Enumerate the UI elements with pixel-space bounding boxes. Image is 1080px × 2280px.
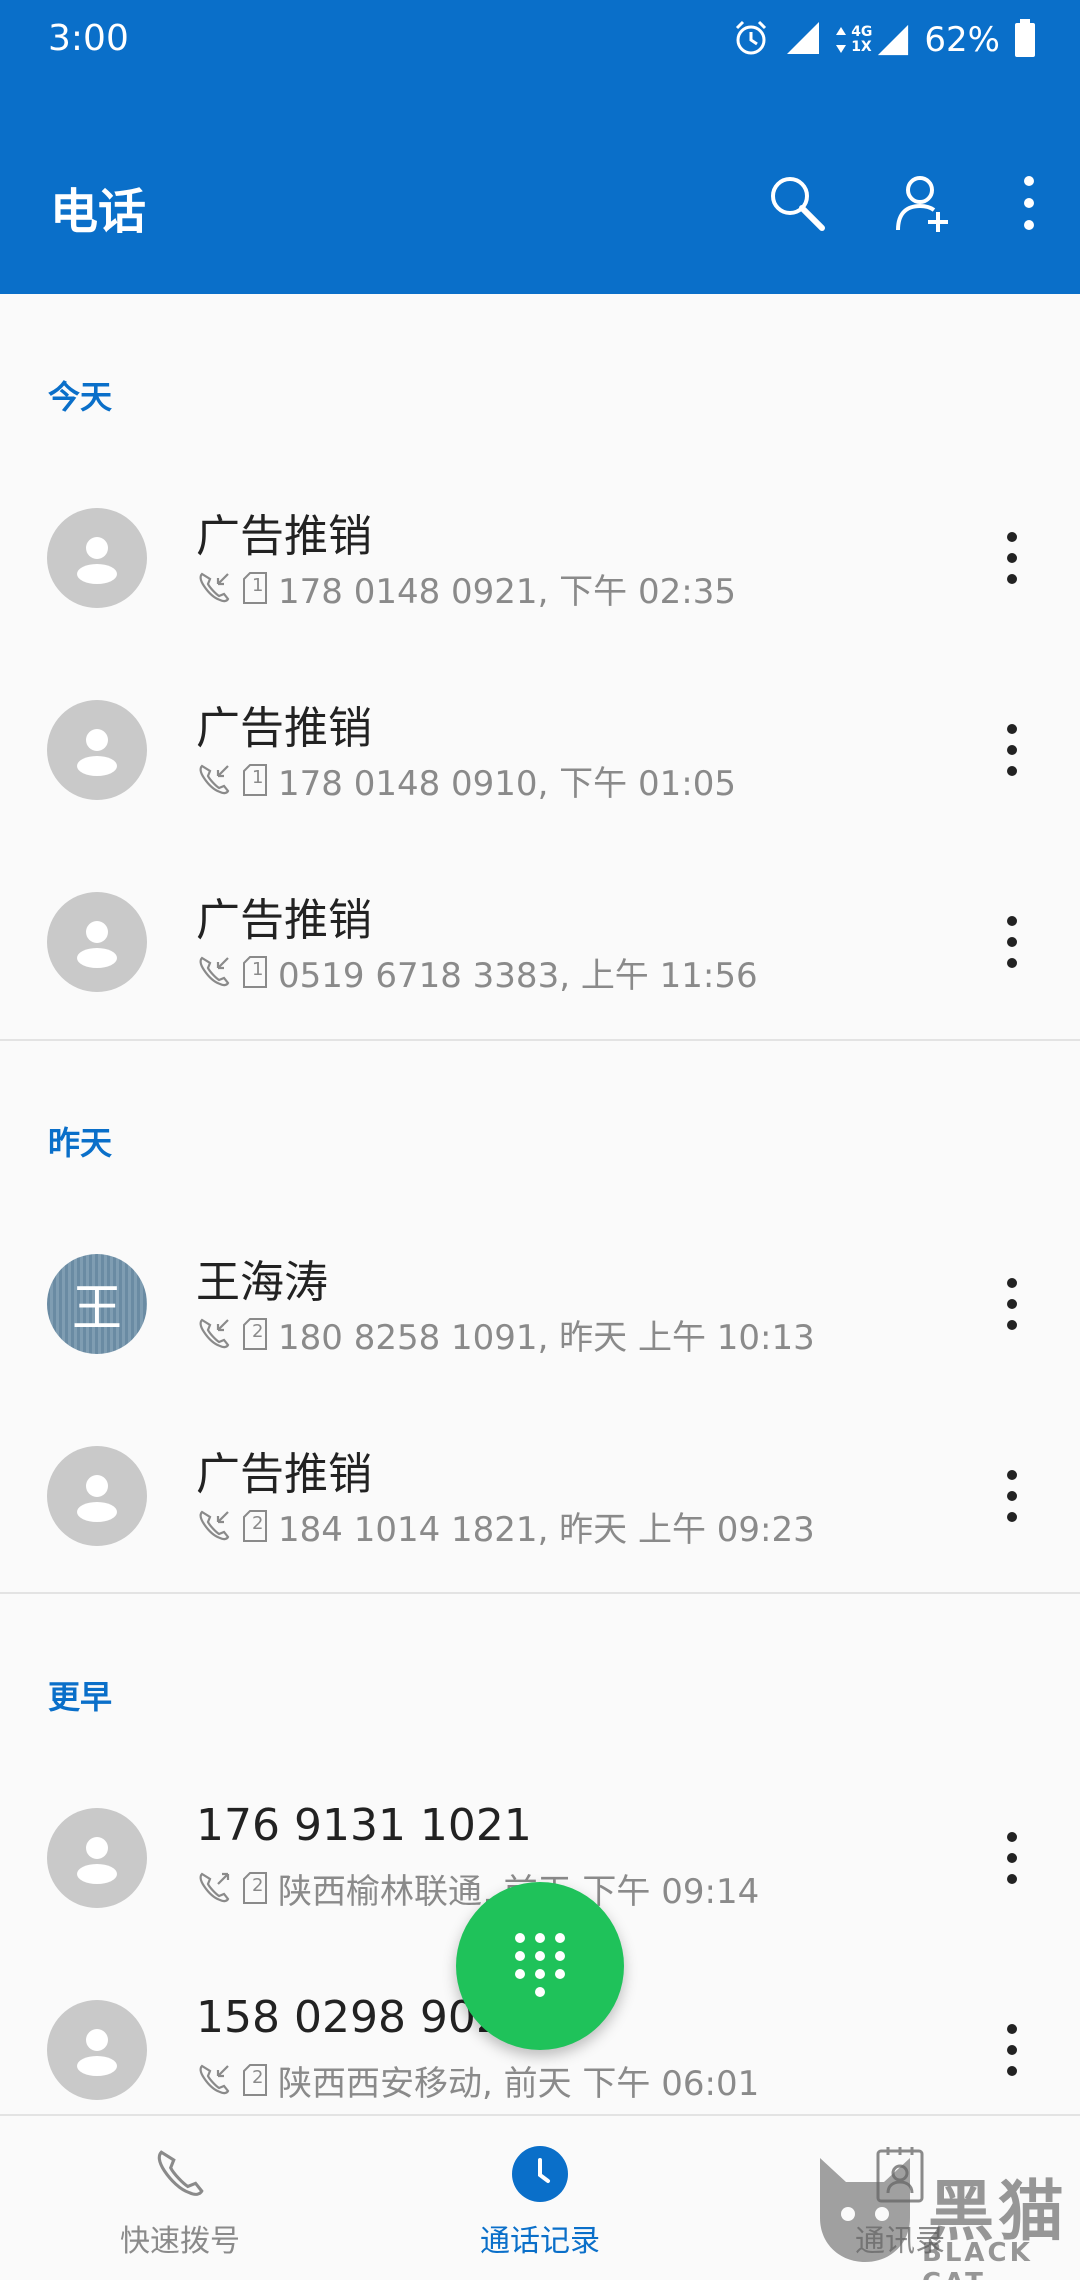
- call-log-row[interactable]: 广告推销 1 178 0148 0921, 下午 02:35: [0, 462, 1080, 654]
- incoming-call-icon: [199, 956, 230, 987]
- avatar: [47, 700, 147, 800]
- sim-number: 1: [252, 575, 264, 596]
- avatar: 王: [47, 1254, 147, 1354]
- contact-name: 广告推销: [196, 511, 372, 562]
- call-meta: 2 180 8258 1091, 昨天 上午 10:13: [196, 1314, 815, 1358]
- incoming-call-icon: [199, 2064, 230, 2095]
- call-detail: 178 0148 0921, 下午 02:35: [278, 571, 736, 612]
- more-options-icon[interactable]: [994, 168, 1064, 238]
- incoming-call-icon: [199, 1510, 230, 1541]
- outgoing-call-icon: [199, 1872, 230, 1903]
- cat-logo-icon: [820, 2158, 910, 2262]
- data-icon: 4G 1X: [835, 23, 910, 57]
- search-icon[interactable]: [762, 168, 832, 238]
- row-more-button[interactable]: [992, 1272, 1032, 1336]
- call-meta: 1 178 0148 0921, 下午 02:35: [196, 568, 736, 612]
- sim-number: 1: [252, 767, 264, 788]
- row-more-button[interactable]: [992, 1464, 1032, 1528]
- sim-number: 2: [252, 1875, 264, 1896]
- avatar: [47, 892, 147, 992]
- call-log-row[interactable]: 王 王海涛 2 180 8258 1091, 昨天 上午 10:13: [0, 1208, 1080, 1400]
- section-label-today: 今天: [48, 378, 113, 416]
- row-more-button[interactable]: [992, 526, 1032, 590]
- page-title: 电话: [50, 184, 147, 240]
- section-label-earlier: 更早: [48, 1678, 113, 1716]
- row-more-button[interactable]: [992, 910, 1032, 974]
- clock-icon: [510, 2144, 570, 2204]
- network-label: 4G: [851, 24, 873, 40]
- battery-icon: [1014, 18, 1036, 62]
- sim-number: 1: [252, 959, 264, 980]
- status-icons: 4G 1X 62%: [731, 18, 1036, 62]
- network-sub-label: 1X: [851, 39, 872, 55]
- incoming-call-icon: [199, 1318, 230, 1349]
- row-more-button[interactable]: [992, 1826, 1032, 1890]
- incoming-call-icon: [199, 764, 230, 795]
- contact-name: 176 9131 1021: [196, 1800, 532, 1851]
- call-log-row[interactable]: 广告推销 1 0519 6718 3383, 上午 11:56: [0, 846, 1080, 1038]
- alarm-icon: [731, 18, 771, 62]
- call-detail: 184 1014 1821, 昨天 上午 09:23: [278, 1509, 815, 1550]
- avatar: [47, 1446, 147, 1546]
- avatar: [47, 1808, 147, 1908]
- sim-number: 2: [252, 2067, 264, 2088]
- row-more-button[interactable]: [992, 2018, 1032, 2082]
- status-bar: 3:00 4G 1X 62%: [0, 0, 1080, 80]
- sim-number: 2: [252, 1321, 264, 1342]
- incoming-call-icon: [199, 572, 230, 603]
- watermark: 黑猫 BLACK CAT: [810, 2148, 1070, 2280]
- call-meta: 2 184 1014 1821, 昨天 上午 09:23: [196, 1506, 815, 1550]
- call-meta: 1 178 0148 0910, 下午 01:05: [196, 760, 736, 804]
- contact-name: 广告推销: [196, 1449, 372, 1500]
- avatar: [47, 508, 147, 608]
- call-meta: 1 0519 6718 3383, 上午 11:56: [196, 952, 758, 996]
- app-bar: 3:00 4G 1X 62% 电话: [0, 0, 1080, 294]
- call-log-row[interactable]: 广告推销 2 184 1014 1821, 昨天 上午 09:23: [0, 1400, 1080, 1592]
- battery-percent: 62%: [924, 20, 1000, 60]
- nav-label: 通话记录: [480, 2224, 600, 2259]
- contact-name: 王海涛: [196, 1257, 328, 1308]
- sim-number: 2: [252, 1513, 264, 1534]
- section-divider: [0, 1039, 1080, 1041]
- dialpad-icon: [515, 1933, 565, 1997]
- phone-icon: [150, 2144, 210, 2204]
- section-divider: [0, 1592, 1080, 1594]
- nav-label: 快速拨号: [120, 2224, 240, 2259]
- call-detail: 陕西西安移动, 前天 下午 06:01: [278, 2063, 760, 2104]
- call-detail: 180 8258 1091, 昨天 上午 10:13: [278, 1317, 815, 1358]
- contact-name: 广告推销: [196, 703, 372, 754]
- call-meta: 2 陕西西安移动, 前天 下午 06:01: [196, 2060, 759, 2104]
- row-more-button[interactable]: [992, 718, 1032, 782]
- watermark-sub: BLACK CAT: [922, 2238, 1033, 2280]
- signal-icon: [785, 20, 821, 60]
- call-meta: 2 陕西榆林联通, 前天 下午 09:14: [196, 1868, 759, 1912]
- avatar-letter: 王: [72, 1279, 122, 1337]
- call-detail: 178 0148 0910, 下午 01:05: [278, 763, 736, 804]
- contact-name: 广告推销: [196, 895, 372, 946]
- avatar: [47, 2000, 147, 2100]
- section-label-yesterday: 昨天: [48, 1124, 113, 1162]
- add-contact-icon[interactable]: [888, 168, 958, 238]
- nav-call-log[interactable]: 通话记录: [360, 2116, 720, 2280]
- call-log-row[interactable]: 广告推销 1 178 0148 0910, 下午 01:05: [0, 654, 1080, 846]
- nav-speed-dial[interactable]: 快速拨号: [0, 2116, 360, 2280]
- call-detail: 0519 6718 3383, 上午 11:56: [278, 955, 758, 996]
- dialpad-fab[interactable]: [456, 1882, 624, 2050]
- status-time: 3:00: [48, 18, 129, 59]
